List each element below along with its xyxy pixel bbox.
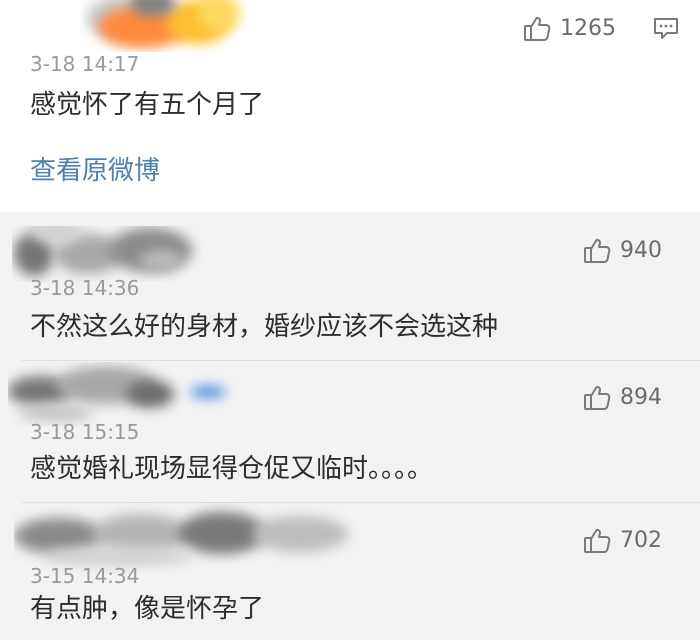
reply-like-count: 702 — [620, 528, 662, 553]
main-comment-card: 3-18 14:17 1265 感觉怀了有五个月了 查看原微博 — [0, 0, 700, 212]
reply-like-count: 940 — [620, 238, 662, 263]
reply-like-button[interactable]: 702 — [582, 526, 662, 556]
reply-text: 感觉婚礼现场显得仓促又临时。。。。 — [30, 454, 434, 484]
reply-like-button[interactable]: 940 — [582, 236, 662, 266]
main-comment-timestamp: 3-18 14:17 — [30, 52, 140, 76]
view-original-weibo-link[interactable]: 查看原微博 — [30, 154, 160, 188]
reply-divider — [22, 360, 700, 361]
reply-list: 3-18 14:36 940 不然这么好的身材，婚纱应该不会选这种 3-18 1… — [0, 212, 700, 640]
comment-icon[interactable] — [651, 14, 681, 44]
thumbs-up-icon — [584, 385, 611, 410]
reply-text: 有点肿，像是怀孕了 — [30, 594, 265, 624]
reply-like-button[interactable]: 894 — [582, 383, 662, 413]
redacted-username-blur — [80, 0, 250, 52]
reply-timestamp: 3-18 14:36 — [30, 276, 140, 300]
thumbs-up-icon — [584, 528, 611, 553]
reply-timestamp: 3-15 14:34 — [30, 564, 140, 588]
reply-text: 不然这么好的身材，婚纱应该不会选这种 — [30, 312, 499, 342]
reply-timestamp: 3-18 15:15 — [30, 420, 140, 444]
reply-like-count: 894 — [620, 385, 662, 410]
comment-thread: 3-18 14:17 1265 感觉怀了有五个月了 查看原微博 3-18 14:… — [0, 0, 700, 640]
thumbs-up-icon — [524, 16, 551, 41]
redacted-username-blur — [8, 362, 240, 426]
thumbs-up-icon — [584, 238, 611, 263]
redacted-username-blur — [12, 226, 204, 282]
main-comment-text: 感觉怀了有五个月了 — [30, 90, 265, 120]
main-comment-like-count: 1265 — [560, 16, 616, 41]
main-comment-like-button[interactable]: 1265 — [522, 14, 616, 44]
